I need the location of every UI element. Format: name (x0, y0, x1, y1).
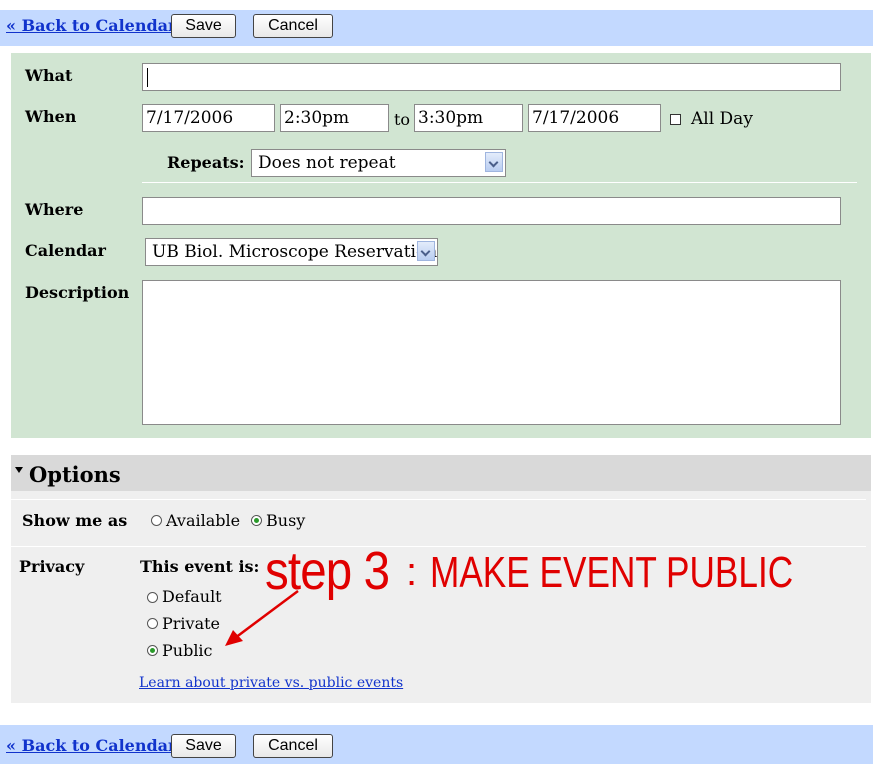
repeats-value: Does not repeat (258, 153, 396, 173)
divider (11, 546, 866, 547)
where-label: Where (25, 200, 84, 219)
learn-privacy-link[interactable]: Learn about private vs. public events (139, 675, 403, 691)
save-button-bottom[interactable]: Save (171, 734, 236, 758)
where-input[interactable] (142, 197, 841, 225)
annotation-text: MAKE EVENT PUBLIC (430, 548, 794, 597)
save-button[interactable]: Save (171, 14, 236, 38)
to-label: to (394, 110, 411, 129)
divider (11, 499, 866, 500)
busy-radio[interactable] (251, 515, 262, 526)
show-me-as-label: Show me as (22, 511, 128, 530)
end-time-input[interactable]: 3:30pm (414, 104, 523, 132)
description-textarea[interactable] (142, 280, 841, 425)
private-radio[interactable] (147, 618, 158, 629)
end-date-input[interactable]: 7/17/2006 (528, 104, 661, 132)
public-label: Public (162, 641, 213, 660)
this-event-is-label: This event is: (140, 557, 260, 576)
text-cursor (147, 68, 148, 87)
divider (142, 182, 857, 183)
end-time-value: 3:30pm (418, 108, 484, 128)
repeats-label: Repeats: (167, 153, 245, 172)
description-label: Description (25, 283, 130, 302)
public-radio[interactable] (147, 645, 158, 656)
what-input[interactable] (142, 63, 841, 91)
all-day-checkbox[interactable] (670, 114, 681, 125)
available-label: Available (166, 511, 241, 530)
chevron-down-icon (485, 152, 503, 172)
save-button-label: Save (185, 17, 222, 34)
start-time-value: 2:30pm (284, 108, 350, 128)
start-time-input[interactable]: 2:30pm (280, 104, 389, 132)
when-label: When (25, 107, 77, 126)
default-radio[interactable] (147, 592, 158, 603)
cancel-button-bottom[interactable]: Cancel (253, 734, 333, 758)
back-to-calendar-link-bottom[interactable]: « Back to Calendar (6, 736, 176, 755)
options-title[interactable]: Options (29, 462, 121, 487)
start-date-value: 7/17/2006 (146, 108, 234, 128)
options-header[interactable] (11, 455, 871, 491)
back-to-calendar-link[interactable]: « Back to Calendar (6, 16, 176, 35)
cancel-button-label: Cancel (268, 17, 318, 34)
annotation-arrow-icon (225, 589, 299, 646)
all-day-label: All Day (691, 109, 753, 129)
calendar-label: Calendar (25, 241, 106, 260)
end-date-value: 7/17/2006 (532, 108, 620, 128)
busy-label: Busy (266, 511, 306, 530)
repeats-select[interactable]: Does not repeat (251, 149, 506, 177)
cancel-button-label: Cancel (268, 737, 318, 754)
collapse-triangle-icon[interactable] (15, 467, 23, 473)
what-label: What (25, 66, 73, 85)
calendar-select[interactable]: UB Biol. Microscope Reservations (145, 238, 438, 266)
default-label: Default (162, 587, 222, 606)
cancel-button[interactable]: Cancel (253, 14, 333, 38)
save-button-label: Save (185, 737, 222, 754)
calendar-value: UB Biol. Microscope Reservations (152, 242, 438, 262)
privacy-label: Privacy (19, 557, 85, 576)
private-label: Private (162, 614, 221, 633)
chevron-down-icon (417, 241, 435, 261)
start-date-input[interactable]: 7/17/2006 (142, 104, 275, 132)
annotation-colon: : (406, 550, 418, 594)
available-radio[interactable] (151, 515, 162, 526)
